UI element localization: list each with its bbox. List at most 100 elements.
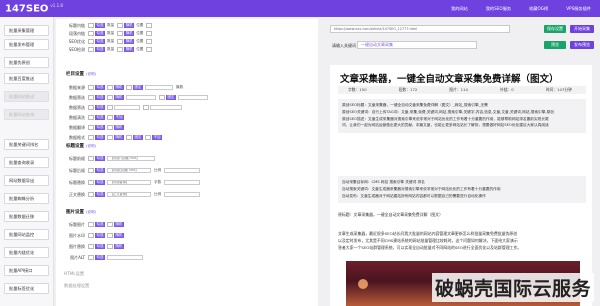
option-tag[interactable]: 随机 <box>114 244 124 249</box>
option-tag[interactable]: 勾选 <box>95 47 105 52</box>
checkbox[interactable] <box>88 47 94 52</box>
footer-setting-row[interactable]: 数据处理设置 <box>64 283 89 289</box>
option-tag[interactable]: 随机 <box>114 222 124 227</box>
sidebar-item[interactable]: 批量内链优化 <box>4 247 49 258</box>
checkbox[interactable] <box>88 125 94 130</box>
checkbox[interactable] <box>88 95 94 100</box>
checkbox[interactable] <box>107 222 113 227</box>
nav-my-sites[interactable]: 我的网站 <box>442 0 477 17</box>
checkbox[interactable] <box>88 105 94 110</box>
text-field[interactable]: 【正文替换】 <box>107 192 151 197</box>
option-tag[interactable]: 勾选 <box>95 95 105 100</box>
checkbox[interactable] <box>88 39 94 44</box>
sidebar-item[interactable]: 批量伪原创 <box>4 57 49 68</box>
option-tag[interactable]: 勾选 <box>95 156 105 161</box>
checkbox[interactable] <box>146 31 153 36</box>
url-input[interactable]: https://www.xxx.com/article/147SEO_12777… <box>330 25 510 33</box>
text-field[interactable] <box>126 95 156 100</box>
checkbox[interactable] <box>88 233 94 238</box>
text-field[interactable] <box>164 192 201 197</box>
checkbox[interactable] <box>126 135 132 140</box>
option-tag[interactable]: 随机 <box>124 47 135 52</box>
checkbox[interactable] <box>88 85 94 90</box>
text-field[interactable] <box>145 85 173 90</box>
sidebar-item[interactable]: 批量采集管理 <box>4 25 49 36</box>
option-tag[interactable]: 勾选 <box>95 135 105 140</box>
sidebar-item[interactable]: 批量蜘蛛分析 <box>4 193 49 204</box>
nav-vps-plugin[interactable]: VPS服务插件 <box>557 0 600 17</box>
option-tag[interactable]: 勾选 <box>95 244 105 249</box>
checkbox[interactable] <box>88 156 94 161</box>
checkbox[interactable] <box>88 31 94 36</box>
keyword-input[interactable]: 一键自动文章采集 <box>357 41 477 49</box>
sidebar-item[interactable]: 批量发布管理 <box>4 39 49 50</box>
option-tag[interactable]: 随机 <box>124 23 135 28</box>
option-tag[interactable]: 随机 <box>114 125 124 130</box>
option-tag[interactable]: 勾选 <box>95 31 105 36</box>
sidebar-item[interactable]: 批量网站监控 <box>4 229 49 240</box>
text-field[interactable] <box>150 105 182 110</box>
checkbox[interactable] <box>107 135 113 140</box>
sidebar-item[interactable]: 批量关键词排名 <box>4 139 49 150</box>
text-field[interactable]: 【标题·(后缀)Title】 <box>107 156 155 161</box>
option-tag[interactable]: 固定 <box>133 135 143 140</box>
checkbox[interactable] <box>107 95 113 100</box>
option-tag[interactable]: 固定 <box>133 85 143 90</box>
footer-setting-row[interactable]: HTML设置 <box>64 271 84 277</box>
checkbox[interactable] <box>159 95 165 100</box>
checkbox[interactable] <box>143 105 149 110</box>
save-settings-button[interactable]: 保存设置 <box>544 25 566 33</box>
checkbox[interactable] <box>107 233 113 238</box>
publish-preview-button[interactable]: 发布预览 <box>570 41 594 49</box>
checkbox[interactable] <box>107 85 113 90</box>
checkbox[interactable] <box>88 135 94 140</box>
option-tag[interactable]: 随机 <box>114 233 124 238</box>
checkbox[interactable] <box>88 255 94 260</box>
checkbox[interactable] <box>146 39 153 44</box>
option-tag[interactable]: 勾选 <box>95 105 105 110</box>
checkbox[interactable] <box>107 115 113 120</box>
text-field[interactable] <box>164 180 201 185</box>
checkbox[interactable] <box>146 23 153 28</box>
start-collect-button[interactable]: 开始采集 <box>570 25 594 33</box>
checkbox[interactable] <box>88 115 94 120</box>
section-hint-link[interactable]: (说明) <box>86 72 96 76</box>
sidebar-item[interactable]: 批量查询收录 <box>4 157 49 168</box>
checkbox[interactable] <box>88 192 94 197</box>
sidebar-item[interactable]: 批量百度推送 <box>4 73 49 84</box>
option-tag[interactable]: 勾选 <box>95 192 105 197</box>
option-tag[interactable]: 勾选 <box>95 255 105 260</box>
checkbox[interactable] <box>117 23 124 28</box>
option-tag[interactable]: 勾选 <box>95 115 105 120</box>
section-hint-link[interactable]: (说明) <box>86 210 96 214</box>
checkbox[interactable] <box>107 125 113 130</box>
text-field[interactable] <box>107 255 143 260</box>
preview-button[interactable]: 预览 <box>544 41 566 49</box>
checkbox[interactable] <box>146 47 153 52</box>
option-tag[interactable]: 随机 <box>114 135 124 140</box>
option-tag[interactable]: 不加 <box>152 135 162 140</box>
option-tag[interactable]: 勾选 <box>95 39 105 44</box>
option-tag[interactable]: 勾选 <box>95 168 105 173</box>
option-tag[interactable]: 随机 <box>114 95 124 100</box>
checkbox[interactable] <box>88 222 94 227</box>
checkbox[interactable] <box>117 39 124 44</box>
checkbox[interactable] <box>88 23 94 28</box>
checkbox[interactable] <box>88 180 94 185</box>
sidebar-item[interactable]: 批量API接口 <box>4 265 49 276</box>
option-tag[interactable]: 随机 <box>124 39 135 44</box>
text-field[interactable] <box>178 95 208 100</box>
nav-og-rank[interactable]: 收藏OG榜 <box>520 0 557 17</box>
checkbox[interactable] <box>107 244 113 249</box>
checkbox[interactable] <box>88 168 94 173</box>
text-field[interactable] <box>114 105 140 110</box>
option-tag[interactable]: 勾选 <box>95 125 105 130</box>
option-tag[interactable]: 不加 <box>114 115 124 120</box>
text-field[interactable] <box>164 168 201 173</box>
checkbox[interactable] <box>145 135 151 140</box>
section-hint-link[interactable]: (说明) <box>86 144 96 148</box>
option-tag[interactable]: 勾选 <box>95 222 105 227</box>
option-tag[interactable]: 勾选 <box>95 23 105 28</box>
option-tag[interactable]: 勾选 <box>95 85 105 90</box>
option-tag[interactable]: 固定 <box>166 95 176 100</box>
